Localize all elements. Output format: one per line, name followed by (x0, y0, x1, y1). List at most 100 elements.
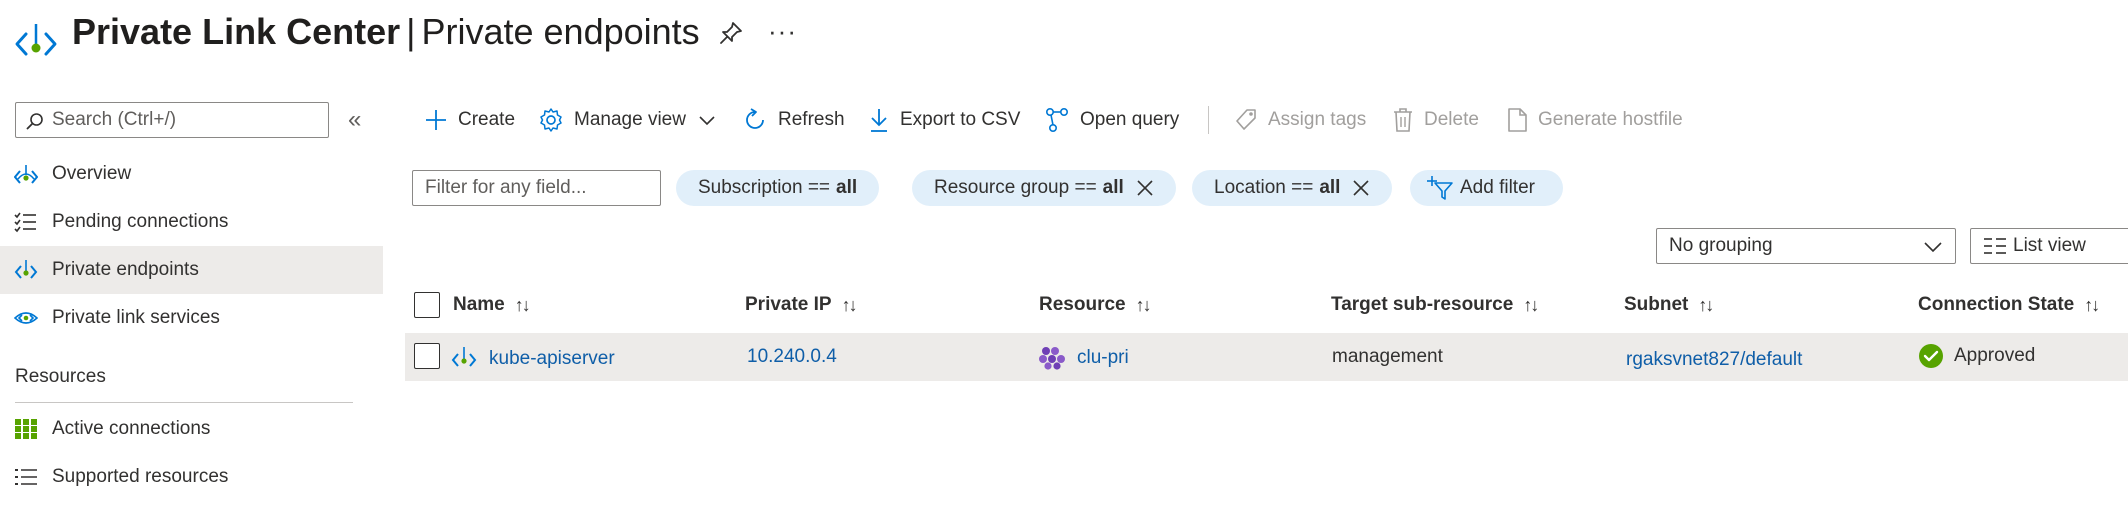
private-endpoint-icon (14, 260, 38, 279)
sidebar-item-label: Overview (52, 163, 132, 184)
search-input[interactable] (52, 107, 322, 133)
sort-icon: ↑↓ (514, 294, 531, 315)
more-options-icon[interactable]: ··· (768, 16, 797, 47)
open-query-button[interactable]: Open query (1044, 98, 1179, 142)
column-header-resource[interactable]: Resource ↑↓ (1039, 294, 1152, 316)
sidebar-item-overview[interactable]: Overview (0, 150, 383, 198)
delete-button[interactable]: Delete (1392, 98, 1479, 142)
manage-view-label: Manage view (574, 109, 686, 130)
filter-label: Location == (1214, 177, 1314, 198)
plus-icon (426, 110, 446, 130)
sidebar-item-pending-connections[interactable]: Pending connections (0, 198, 383, 246)
grid-icon (15, 419, 37, 439)
chevron-down-icon (1924, 242, 1942, 253)
subnet-value: rgaksvnet827/default (1626, 349, 1803, 370)
column-header-name[interactable]: Name ↑↓ (453, 294, 531, 316)
private-ip: 10.240.0.4 (747, 346, 837, 367)
sidebar-search[interactable] (15, 102, 329, 138)
column-header-connection-state[interactable]: Connection State ↑↓ (1918, 294, 2100, 316)
resource-group-filter-pill[interactable]: Resource group == all (912, 170, 1176, 206)
page-title: Private Link Center | Private endpoints (72, 10, 700, 54)
resource-link[interactable]: clu-pri (1039, 346, 1129, 370)
list-view-button[interactable]: List view (1970, 228, 2128, 264)
generate-hostfile-button[interactable]: Generate hostfile (1506, 98, 1683, 142)
overview-icon (14, 165, 38, 184)
private-link-logo-icon (15, 24, 57, 56)
select-all-checkbox[interactable] (414, 292, 440, 318)
private-ip-link[interactable]: 10.240.0.4 (747, 346, 837, 368)
assign-tags-label: Assign tags (1268, 109, 1367, 130)
toolbar-divider (1208, 106, 1209, 134)
create-label: Create (458, 109, 516, 130)
sidebar-item-label: Private link services (52, 307, 220, 328)
close-icon[interactable] (1136, 179, 1154, 197)
sort-icon: ↑↓ (841, 294, 858, 315)
sidebar-item-private-link-services[interactable]: Private link services (0, 294, 383, 342)
close-icon[interactable] (1352, 179, 1370, 197)
refresh-button[interactable]: Refresh (742, 98, 845, 142)
export-csv-button[interactable]: Export to CSV (868, 98, 1020, 142)
endpoint-name-link[interactable]: kube-apiserver (451, 346, 615, 372)
column-header-private-ip[interactable]: Private IP ↑↓ (745, 294, 858, 316)
subscription-filter-pill[interactable]: Subscription == all (676, 170, 880, 206)
filter-value: all (1319, 177, 1341, 198)
sidebar-section-resources: Resources (15, 366, 106, 387)
table-row[interactable]: kube-apiserver 10.240.0.4 clu-pri manage… (405, 333, 2128, 381)
private-link-service-icon (14, 312, 38, 324)
checklist-icon (14, 212, 36, 233)
sidebar-item-supported-resources[interactable]: Supported resources (0, 453, 383, 501)
list-view-label: List view (2013, 235, 2086, 256)
add-filter-label: Add filter (1460, 177, 1535, 198)
filter-value: all (1102, 177, 1124, 198)
refresh-label: Refresh (778, 109, 845, 130)
search-icon (26, 113, 43, 130)
gear-icon (540, 108, 562, 132)
grouping-dropdown[interactable]: No grouping (1656, 228, 1956, 264)
row-checkbox[interactable] (414, 343, 440, 369)
sidebar-item-private-endpoints[interactable]: Private endpoints (0, 246, 383, 294)
collapse-sidebar-icon[interactable]: « (348, 106, 361, 134)
tag-icon (1236, 109, 1256, 130)
column-header-target-sub-resource[interactable]: Target sub-resource ↑↓ (1331, 294, 1539, 316)
pin-icon[interactable] (718, 20, 744, 46)
connection-state-value: Approved (1954, 345, 2036, 366)
trash-icon (1394, 108, 1412, 132)
target-sub-resource: management (1332, 346, 1443, 368)
page-subtitle: Private endpoints (421, 11, 700, 52)
page-header: Private Link Center | Private endpoints ··… (0, 0, 2128, 68)
column-label: Name (453, 294, 505, 315)
sidebar-item-label: Supported resources (52, 466, 229, 487)
sort-icon: ↑↓ (2084, 294, 2100, 315)
export-label: Export to CSV (900, 109, 1021, 130)
assign-tags-button[interactable]: Assign tags (1234, 98, 1366, 142)
sort-icon: ↑↓ (1523, 294, 1539, 315)
create-button[interactable]: Create (424, 98, 515, 142)
table-header: Name ↑↓ Private IP ↑↓ Resource ↑↓ Target su… (405, 282, 2128, 330)
column-header-subnet[interactable]: Subnet ↑↓ (1624, 294, 1714, 316)
add-filter-button[interactable]: Add filter (1410, 170, 1563, 206)
sidebar-item-active-connections[interactable]: Active connections (0, 405, 383, 453)
connection-state: Approved (1918, 343, 2035, 369)
filter-input[interactable] (412, 170, 661, 206)
grouping-selected: No grouping (1669, 235, 1773, 256)
list-icon (15, 469, 37, 485)
document-icon (1508, 108, 1527, 132)
open-query-label: Open query (1080, 109, 1180, 130)
sidebar-item-label: Pending connections (52, 211, 229, 232)
query-icon (1045, 107, 1068, 132)
column-label: Target sub-resource (1331, 294, 1514, 315)
subnet-link[interactable]: rgaksvnet827/default (1626, 349, 1802, 371)
kubernetes-cluster-icon (1039, 347, 1065, 370)
delete-label: Delete (1424, 109, 1479, 130)
sort-icon: ↑↓ (1135, 294, 1152, 315)
download-icon (871, 109, 887, 132)
location-filter-pill[interactable]: Location == all (1192, 170, 1393, 206)
list-view-icon (1984, 238, 2006, 254)
service-title: Private Link Center (72, 11, 401, 52)
column-label: Connection State (1918, 294, 2075, 315)
sort-icon: ↑↓ (1698, 294, 1714, 315)
filter-label: Subscription == (698, 177, 831, 198)
approved-check-icon (1919, 344, 1943, 368)
sidebar-item-label: Active connections (52, 418, 211, 439)
manage-view-button[interactable]: Manage view (538, 98, 716, 142)
